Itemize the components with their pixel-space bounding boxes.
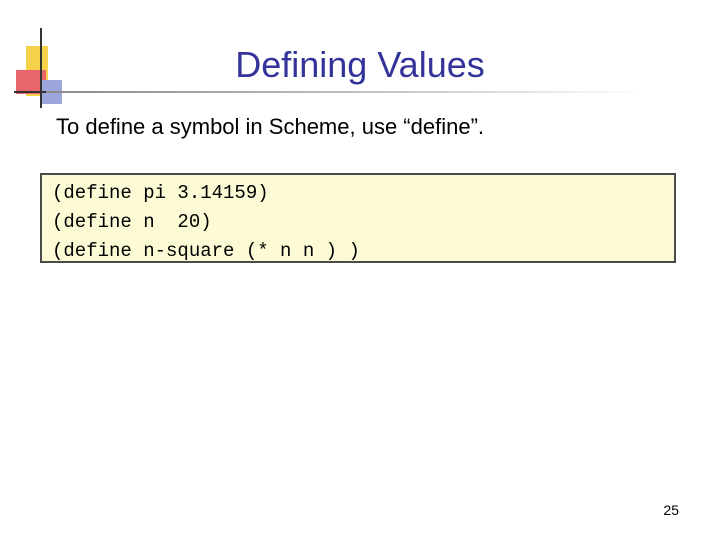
- slide-title: Defining Values: [0, 44, 720, 86]
- slide: Defining Values To define a symbol in Sc…: [0, 0, 720, 540]
- code-line: (define pi 3.14159): [52, 182, 269, 204]
- code-line: (define n-square (* n n ) ): [52, 240, 360, 262]
- code-line: (define n 20): [52, 211, 212, 233]
- slide-title-text: Defining Values: [235, 44, 485, 85]
- title-underline-rule: [46, 91, 646, 93]
- page-number: 25: [663, 502, 679, 518]
- code-block: (define pi 3.14159) (define n 20) (defin…: [40, 173, 676, 263]
- intro-text: To define a symbol in Scheme, use “defin…: [56, 114, 485, 139]
